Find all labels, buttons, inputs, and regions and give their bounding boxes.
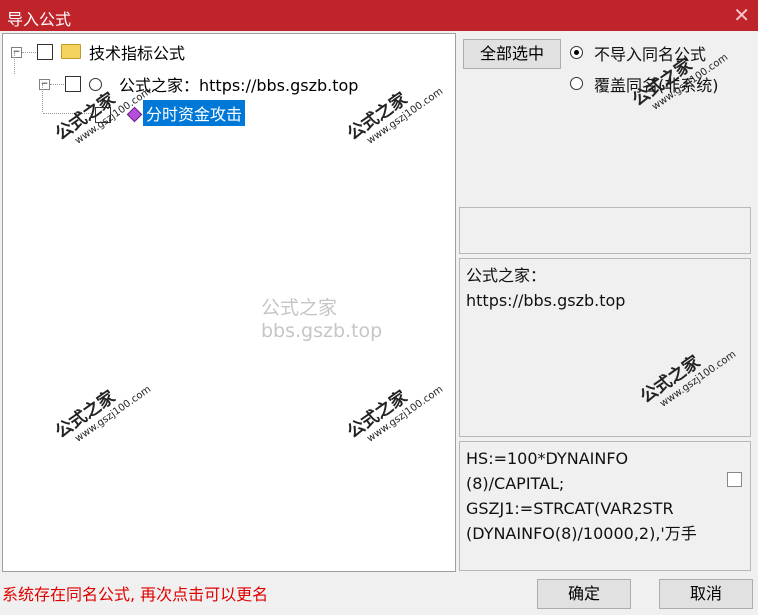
folder-icon (61, 44, 81, 59)
window-title: 导入公式 (7, 10, 72, 29)
ok-button[interactable]: 确定 (537, 579, 631, 609)
watermark-center: 公式之家 bbs.gszb.top (261, 297, 383, 342)
watermark-stamp: 公式之家 www.gszj100.com (636, 348, 739, 410)
info-panel: 公式之家： https://bbs.gszb.top 公式之家 www.gszj1… (459, 258, 751, 437)
code-preview[interactable]: HS:=100*DYNAINFO (8)/CAPITAL; GSZJ1:=STR… (459, 441, 751, 571)
group-checkbox[interactable] (65, 76, 81, 92)
tree-group-label: 公式之家：https://bbs.gszb.top (119, 76, 359, 95)
tree-root-label: 技术指标公式 (89, 44, 186, 63)
code-line: HS:=100*DYNAINFO (466, 449, 629, 468)
cancel-button[interactable]: 取消 (659, 579, 753, 609)
info-line-1: 公式之家： (466, 266, 547, 285)
root-checkbox[interactable] (37, 44, 53, 60)
close-icon[interactable]: ✕ (733, 3, 750, 27)
radio-overwrite[interactable] (570, 77, 583, 90)
empty-field (459, 207, 751, 254)
tree-item-selected[interactable]: 分时资金攻击 (143, 100, 246, 126)
watermark-stamp: 公式之家 www.gszj100.com (51, 383, 154, 445)
code-line: (DYNAINFO(8)/10000,2),'万手 (466, 524, 697, 543)
radio-no-import[interactable] (570, 46, 583, 59)
watermark-stamp: 公式之家 www.gszj100.com (343, 383, 446, 445)
select-all-button[interactable]: 全部选中 (463, 39, 561, 69)
collapse-icon[interactable]: − (11, 47, 22, 58)
info-line-2: https://bbs.gszb.top (466, 291, 626, 310)
wrap-checkbox[interactable] (727, 472, 742, 487)
code-line: GSZJ1:=STRCAT(VAR2STR (466, 499, 674, 518)
code-line: (8)/CAPITAL; (466, 474, 565, 493)
formula-tree[interactable]: − 技术指标公式 − 公式之家：https://bbs.gszb.top 分时资… (2, 33, 456, 572)
title-bar: 导入公式 ✕ (0, 0, 758, 31)
collapse-icon[interactable]: − (39, 79, 50, 90)
status-message: 系统存在同名公式, 再次点击可以更名 (2, 585, 269, 604)
